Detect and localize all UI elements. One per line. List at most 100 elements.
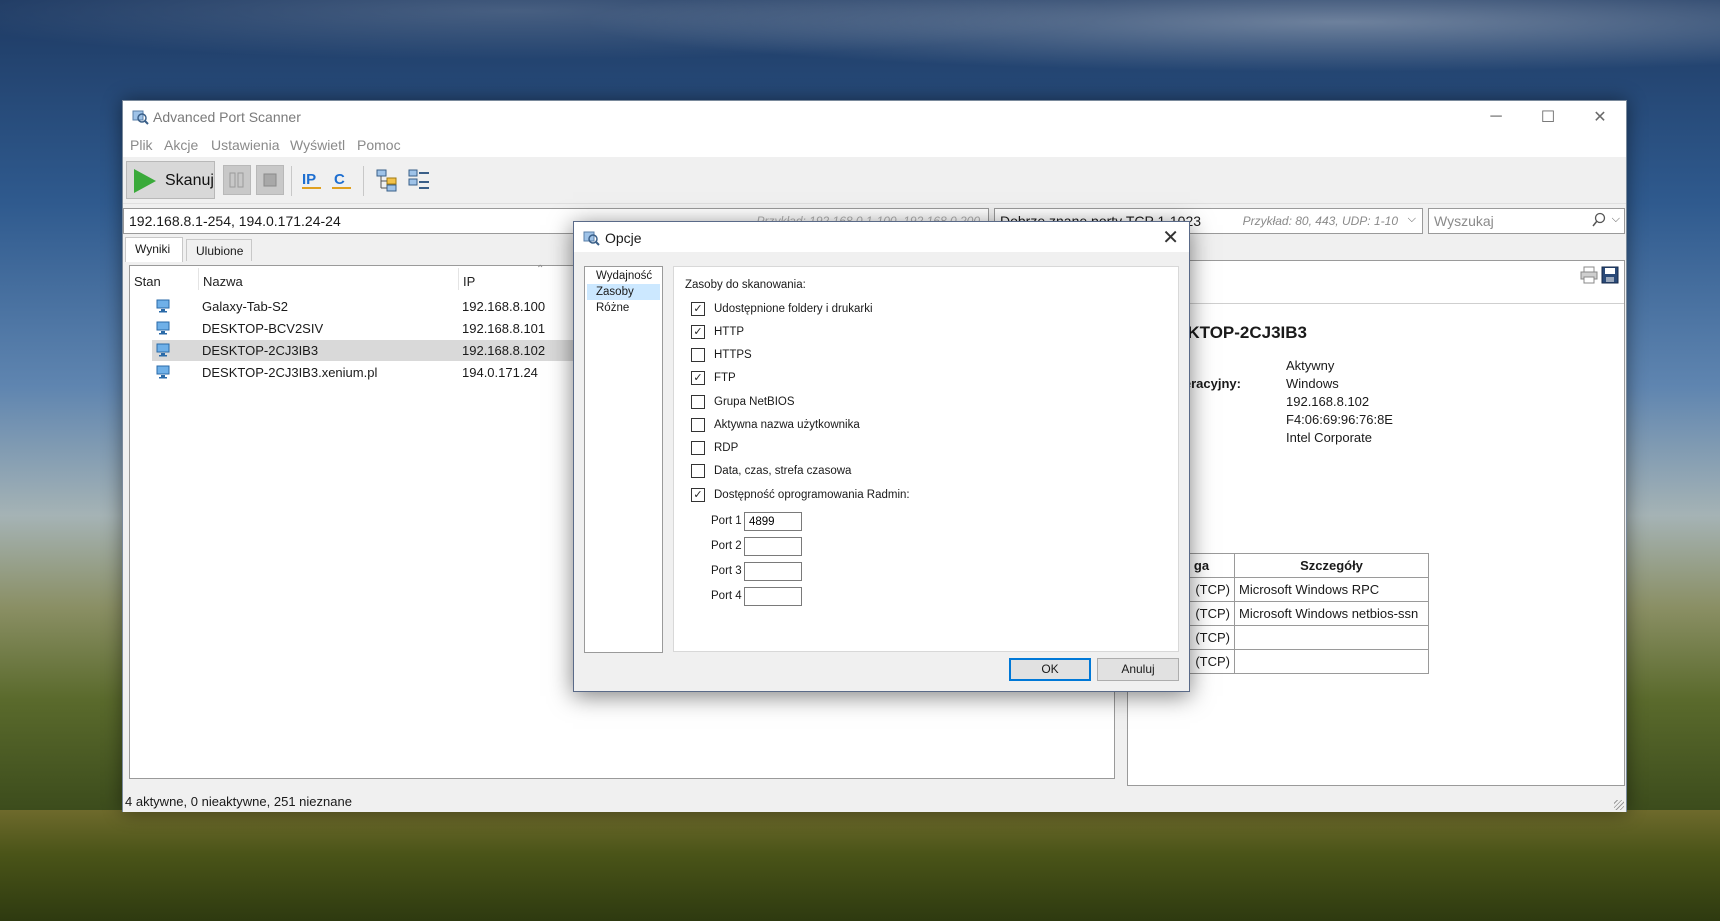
option-label: HTTPS <box>714 349 752 361</box>
menu-wyswietl[interactable]: Wyświetl <box>290 137 345 153</box>
pause-button[interactable] <box>223 165 251 195</box>
toolbar: Skanuj IP C <box>123 158 1626 204</box>
detail-value: F4:06:69:96:76:8E <box>1286 412 1393 427</box>
table-row: (TCP) Microsoft Windows netbios-ssn <box>1168 601 1429 626</box>
desktop-field <box>0 810 1720 921</box>
menu-pomoc[interactable]: Pomoc <box>357 137 401 153</box>
port-2-field[interactable] <box>744 537 802 556</box>
dialog-title: Opcje <box>605 230 642 246</box>
computer-icon <box>156 343 170 357</box>
tab-ulubione[interactable]: Ulubione <box>186 239 252 261</box>
options-nav: Wydajność Zasoby Różne <box>584 266 663 653</box>
tab-wyniki[interactable]: Wyniki <box>125 237 183 262</box>
details-divider <box>1128 303 1624 304</box>
row-ip: 192.168.8.102 <box>462 343 546 358</box>
option-label: RDP <box>714 442 739 454</box>
tree-collapse-icon <box>408 169 429 189</box>
port-3-label: Port 3 <box>711 565 742 577</box>
status-text: 4 aktywne, 0 nieaktywne, 251 nieznane <box>125 794 352 809</box>
row-name: DESKTOP-2CJ3IB3.xenium.pl <box>202 365 378 380</box>
checkbox[interactable] <box>691 441 705 455</box>
menu-bar: Plik Akcje Ustawienia Wyświetl Pomoc <box>123 133 1626 157</box>
table-row: (TCP) <box>1168 625 1429 650</box>
dialog-title-bar: Opcje ✕ <box>574 222 1189 252</box>
ip-icon: IP <box>302 171 321 189</box>
option-label: FTP <box>714 372 736 384</box>
port-1-field[interactable] <box>744 512 802 531</box>
stop-button[interactable] <box>256 165 284 195</box>
column-header-ip[interactable]: IP <box>463 274 475 289</box>
option-label: Aktywna nazwa użytkownika <box>714 419 860 431</box>
checkbox[interactable]: ✓ <box>691 488 705 502</box>
maximize-icon[interactable]: ☐ <box>1522 101 1574 133</box>
search-icon[interactable] <box>1592 212 1606 228</box>
checkbox[interactable]: ✓ <box>691 371 705 385</box>
table-row: (TCP) <box>1168 649 1429 674</box>
toolbar-separator <box>363 166 364 196</box>
nav-item-wydajnosc[interactable]: Wydajność <box>587 268 660 284</box>
cancel-button[interactable]: Anuluj <box>1097 658 1179 681</box>
close-icon[interactable]: ✕ <box>1574 101 1626 133</box>
options-dialog: Opcje ✕ Wydajność Zasoby Różne Zasoby do… <box>573 221 1190 692</box>
collapse-all-button[interactable] <box>407 167 433 193</box>
service-detail <box>1234 625 1429 650</box>
option-label: Dostępność oprogramowania Radmin: <box>714 489 910 501</box>
print-icon[interactable] <box>1580 266 1598 284</box>
row-ip: 192.168.8.100 <box>462 299 546 314</box>
services-header-details: Szczegóły <box>1234 553 1429 578</box>
minimize-icon[interactable]: ─ <box>1470 101 1522 133</box>
checkbox[interactable]: ✓ <box>691 325 705 339</box>
checkbox[interactable]: ✓ <box>691 302 705 316</box>
detail-value: Intel Corporate <box>1286 430 1372 445</box>
port-4-field[interactable] <box>744 587 802 606</box>
chevron-down-icon[interactable]: ⌵ <box>1612 213 1620 226</box>
nav-item-zasoby[interactable]: Zasoby <box>587 284 660 300</box>
app-icon <box>583 231 600 246</box>
column-divider <box>458 268 459 290</box>
ok-button[interactable]: OK <box>1009 658 1091 681</box>
checkbox[interactable] <box>691 464 705 478</box>
service-detail <box>1234 649 1429 674</box>
save-icon[interactable] <box>1601 266 1619 284</box>
c-icon-text: C <box>334 171 345 188</box>
checkbox[interactable] <box>691 418 705 432</box>
status-bar: 4 aktywne, 0 nieaktywne, 251 nieznane <box>123 791 1626 812</box>
desktop-sky <box>0 0 1720 110</box>
app-icon <box>132 110 149 125</box>
column-divider <box>198 268 199 290</box>
column-header-stan[interactable]: Stan <box>134 274 161 289</box>
nav-item-rozne[interactable]: Różne <box>587 300 660 316</box>
table-row: (TCP) Microsoft Windows RPC <box>1168 577 1429 602</box>
expand-all-button[interactable] <box>375 167 401 193</box>
menu-ustawienia[interactable]: Ustawienia <box>211 137 279 153</box>
checkbox[interactable] <box>691 348 705 362</box>
option-label: Udostępnione foldery i drukarki <box>714 303 873 315</box>
toolbar-separator <box>291 166 292 196</box>
resize-grip-icon[interactable] <box>1614 800 1624 810</box>
port-3-field[interactable] <box>744 562 802 581</box>
port-4-label: Port 4 <box>711 590 742 602</box>
ports-placeholder: Przykład: 80, 443, UDP: 1-10 <box>1242 214 1398 228</box>
menu-plik[interactable]: Plik <box>130 137 153 153</box>
chevron-down-icon[interactable]: ⌵ <box>1408 213 1416 226</box>
dialog-close-icon[interactable]: ✕ <box>1162 225 1179 250</box>
service-detail: Microsoft Windows netbios-ssn <box>1234 601 1429 626</box>
option-label: Grupa NetBIOS <box>714 396 795 408</box>
port-1-label: Port 1 <box>711 515 742 527</box>
port-2-label: Port 2 <box>711 540 742 552</box>
search-input[interactable]: Wyszukaj ⌵ <box>1428 208 1625 234</box>
title-bar: Advanced Port Scanner ─ ☐ ✕ <box>123 101 1626 133</box>
column-header-nazwa[interactable]: Nazwa <box>203 274 243 289</box>
class-c-button[interactable]: C <box>329 167 355 193</box>
resources-panel: Zasoby do skanowania: ✓ Udostępnione fol… <box>673 266 1179 652</box>
checkbox[interactable] <box>691 395 705 409</box>
c-icon: C <box>332 171 351 189</box>
option-label: Data, czas, strefa czasowa <box>714 465 852 477</box>
row-name: DESKTOP-2CJ3IB3 <box>202 343 319 358</box>
computer-icon <box>156 321 170 335</box>
detail-value: Aktywny <box>1286 358 1335 373</box>
ip-range-button[interactable]: IP <box>299 167 325 193</box>
menu-akcje[interactable]: Akcje <box>164 137 198 153</box>
window-title: Advanced Port Scanner <box>153 109 301 125</box>
scan-button[interactable]: Skanuj <box>126 161 215 199</box>
